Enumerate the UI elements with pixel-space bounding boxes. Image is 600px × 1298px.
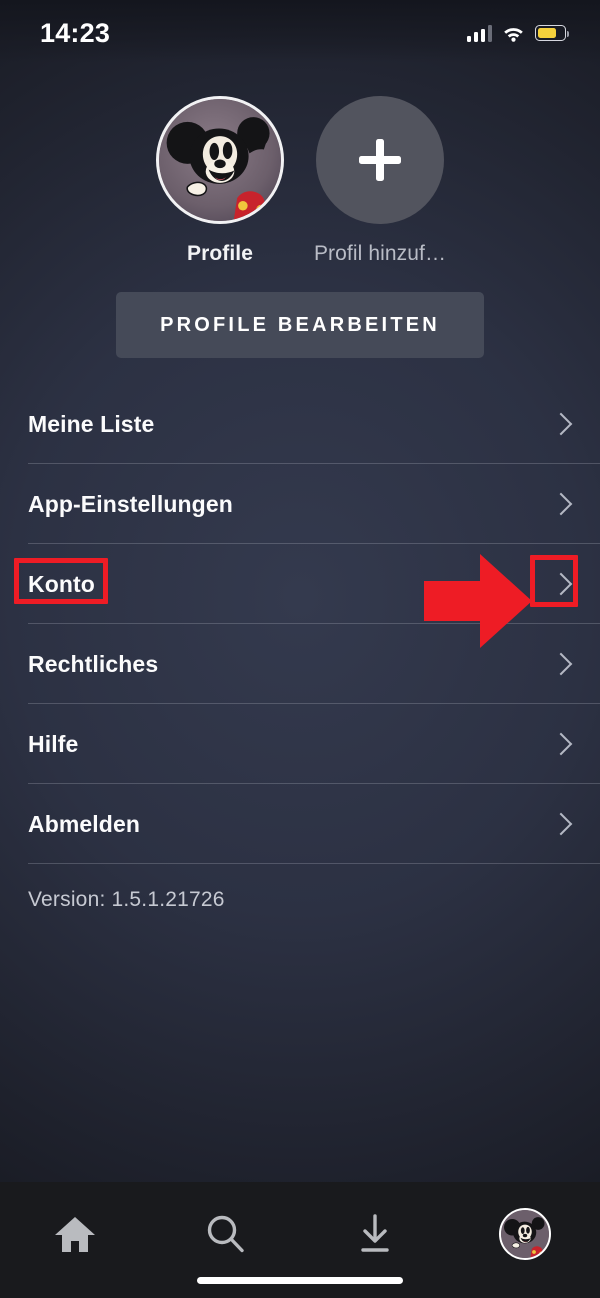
menu-item-app-einstellungen[interactable]: App-Einstellungen <box>0 464 600 544</box>
tab-profile[interactable] <box>450 1206 600 1262</box>
menu-item-label: Rechtliches <box>28 650 159 677</box>
profile-item-label: Profile <box>186 242 254 265</box>
tab-home[interactable] <box>0 1206 150 1262</box>
tab-search[interactable] <box>150 1206 300 1262</box>
status-bar: 14:23 <box>0 0 600 62</box>
profiles-row: Profile Profil hinzuf… <box>0 96 600 266</box>
cellular-signal-icon <box>466 25 492 42</box>
menu-item-label: Hilfe <box>28 730 79 757</box>
menu-item-abmelden[interactable]: Abmelden <box>0 784 600 864</box>
chevron-right-icon[interactable] <box>549 412 573 436</box>
menu-item-hilfe[interactable]: Hilfe <box>0 704 600 784</box>
chevron-right-icon[interactable] <box>549 812 573 836</box>
status-bar-indicators <box>466 25 570 42</box>
profile-item-1[interactable]: Profil hinzuf… <box>312 96 449 266</box>
tab-downloads[interactable] <box>300 1206 450 1262</box>
mickey-mouse-avatar[interactable] <box>499 1208 551 1260</box>
chevron-right-icon[interactable] <box>549 732 573 756</box>
home-icon <box>54 1214 96 1254</box>
profile-item-0[interactable]: Profile <box>152 96 289 266</box>
konto-label-highlight-box <box>14 558 108 604</box>
menu-item-label: Meine Liste <box>28 410 155 437</box>
plus-icon <box>359 139 401 181</box>
home-indicator[interactable] <box>197 1277 403 1284</box>
mickey-mouse-avatar[interactable] <box>156 96 284 224</box>
chevron-right-icon[interactable] <box>549 652 573 676</box>
menu-item-label: Abmelden <box>28 810 140 837</box>
app-version-text: Version: 1.5.1.21726 <box>28 888 225 911</box>
add-profile-label: Profil hinzuf… <box>313 242 447 265</box>
konto-chevron-highlight-box <box>530 555 578 607</box>
edit-profiles-button[interactable]: PROFILE BEARBEITEN <box>116 292 484 358</box>
chevron-right-icon[interactable] <box>549 492 573 516</box>
status-bar-time: 14:23 <box>40 17 111 48</box>
download-icon <box>354 1213 396 1255</box>
menu-item-meine-liste[interactable]: Meine Liste <box>0 384 600 464</box>
wifi-icon <box>502 25 525 42</box>
battery-icon <box>535 25 570 41</box>
menu-item-label: App-Einstellungen <box>28 490 233 517</box>
right-arrow-annotation <box>424 551 534 656</box>
search-icon <box>204 1213 246 1255</box>
disney-plus-profile-screen: 14:23 Profile Profil hinzuf… PROFILE BEA… <box>0 0 600 1298</box>
add-profile-button[interactable] <box>316 96 444 224</box>
